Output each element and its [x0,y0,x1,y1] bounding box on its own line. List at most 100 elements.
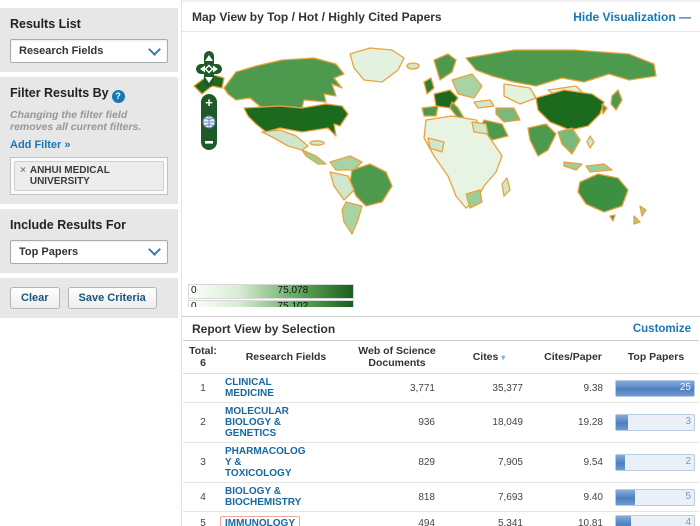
table-row: 5 IMMUNOLOGY 494 5,341 10.81 4 [183,511,699,526]
hide-visualization-link[interactable]: Hide Visualization — [573,10,691,24]
map-region-southeast-asia[interactable] [557,127,581,155]
visualization-header: Map View by Top / Hot / Highly Cited Pap… [182,0,700,32]
save-criteria-button[interactable]: Save Criteria [67,286,157,309]
legend-gradient-bar-2-clipped: 0 75,102 [188,300,358,307]
clear-button[interactable]: Clear [10,286,60,309]
row-rank: 3 [183,442,223,483]
filter-note: Changing the filter field removes all cu… [10,108,142,133]
map-region-turkey[interactable] [473,99,495,109]
map-region-tasmania[interactable] [609,214,616,222]
chevron-down-icon [148,42,161,56]
map-region-argentina[interactable] [341,201,363,235]
globe-grid [203,116,215,128]
sidebar: Results List Research Fields Filter Resu… [0,0,180,323]
map-region-new-zealand-north[interactable] [639,205,647,217]
filter-heading: Filter Results By? [10,86,168,103]
field-link[interactable]: MOLECULAR BIOLOGY & GENETICS [225,406,289,439]
field-link[interactable]: CLINICAL MEDICINE [225,377,274,399]
report-title: Report View by Selection [192,321,336,336]
map-region-mexico[interactable] [261,129,309,151]
map-region-australia[interactable] [577,173,629,213]
map-region-kazakhstan[interactable] [503,83,537,105]
row-docs: 3,771 [349,373,445,403]
row-cpp: 19.28 [533,402,613,443]
world-map[interactable] [184,38,699,288]
map-region-egypt[interactable] [471,121,489,135]
top-papers-bar: 2 [615,454,695,471]
map-region-indonesia-west[interactable] [563,161,583,171]
active-filters-box: × ANHUI MEDICAL UNIVERSITY [10,156,168,195]
col-wos-documents: Web of Science Documents [349,340,445,374]
map-legend: 0 75,078 0 75,102 [188,284,358,307]
include-results-dropdown[interactable]: Top Papers [10,239,168,264]
map-region-japan[interactable] [610,89,623,111]
row-cpp: 9.40 [533,482,613,512]
bar-fill [616,415,628,430]
legend-max: 75,078 [277,285,309,296]
top-papers-bar: 3 [615,414,695,431]
row-cites: 7,905 [445,442,533,483]
legend-gradient-bar: 0 75,078 [188,284,354,299]
top-papers-bar: 5 [615,488,695,506]
row-rank: 5 [183,511,223,526]
field-link[interactable]: BIOLOGY & BIOCHEMISTRY [225,486,301,508]
esi-page: Results List Research Fields Filter Resu… [0,0,700,526]
sort-down-icon: ▾ [501,353,506,362]
row-cites: 35,377 [445,373,533,403]
map-region-spain[interactable] [421,105,439,117]
col-top-papers: Top Papers [613,340,699,374]
map-region-madagascar[interactable] [501,177,511,197]
map-region-scandinavia[interactable] [433,53,457,81]
row-rank: 2 [183,402,223,443]
field-link[interactable]: IMMUNOLOGY [220,516,300,526]
pan-control[interactable] [196,51,222,87]
map-region-philippines[interactable] [586,135,595,149]
zoom-control: + [201,94,217,150]
bar-fill [616,516,631,526]
map-region-iceland[interactable] [406,62,420,70]
results-list-section: Results List Research Fields [0,8,178,72]
col-cites-per-paper: Cites/Paper [533,340,613,374]
map-region-new-zealand-south[interactable] [633,215,641,225]
map-region-central-america[interactable] [301,149,327,165]
map-region-brazil[interactable] [349,163,393,207]
results-list-dropdown[interactable]: Research Fields [10,39,168,63]
bar-value: 5 [685,490,691,502]
row-docs: 829 [349,442,445,483]
legend2-min: 0 [191,301,197,307]
add-filter-link[interactable]: Add Filter » [10,139,71,151]
report-table-body: 1 CLINICAL MEDICINE 3,771 35,377 9.38 25… [183,373,699,526]
report-panel: Report View by Selection Customize Total… [181,316,700,526]
table-row: 2 MOLECULAR BIOLOGY & GENETICS 936 18,04… [183,402,699,443]
map-region-cuba[interactable] [309,140,325,146]
map-region-usa[interactable] [243,103,349,137]
filter-section: Filter Results By? Changing the filter f… [0,77,178,204]
row-docs: 936 [349,402,445,443]
customize-link[interactable]: Customize [633,323,691,335]
sidebar-buttons: Clear Save Criteria [0,277,178,318]
map-region-indonesia-east[interactable] [585,163,613,173]
map-region-iran[interactable] [495,107,521,123]
map-region-russia[interactable] [465,49,657,87]
filter-tag[interactable]: × ANHUI MEDICAL UNIVERSITY [14,160,164,191]
report-table: Total: 6 Research Fields Web of Science … [183,340,699,526]
minimize-icon: — [679,9,691,24]
map-controls: + [196,51,222,150]
zoom-out-icon[interactable] [205,141,213,144]
map-region-uk[interactable] [423,77,435,95]
help-icon[interactable]: ? [111,89,125,103]
row-cpp: 9.54 [533,442,613,483]
map-region-eastern-europe[interactable] [451,73,483,99]
zoom-in-icon[interactable]: + [205,95,213,110]
row-docs: 818 [349,482,445,512]
map-region-canada[interactable] [223,57,345,109]
map-region-korea[interactable] [601,103,608,115]
map-region-india[interactable] [527,123,557,157]
row-rank: 1 [183,373,223,403]
include-results-heading: Include Results For [10,217,126,232]
field-link[interactable]: PHARMACOLOG Y & TOXICOLOGY [225,446,306,479]
remove-filter-icon[interactable]: × [20,165,26,176]
top-papers-bar: 25 [615,379,695,397]
col-cites-sort[interactable]: Cites ▾ [445,340,533,374]
map-region-greenland[interactable] [349,47,405,83]
